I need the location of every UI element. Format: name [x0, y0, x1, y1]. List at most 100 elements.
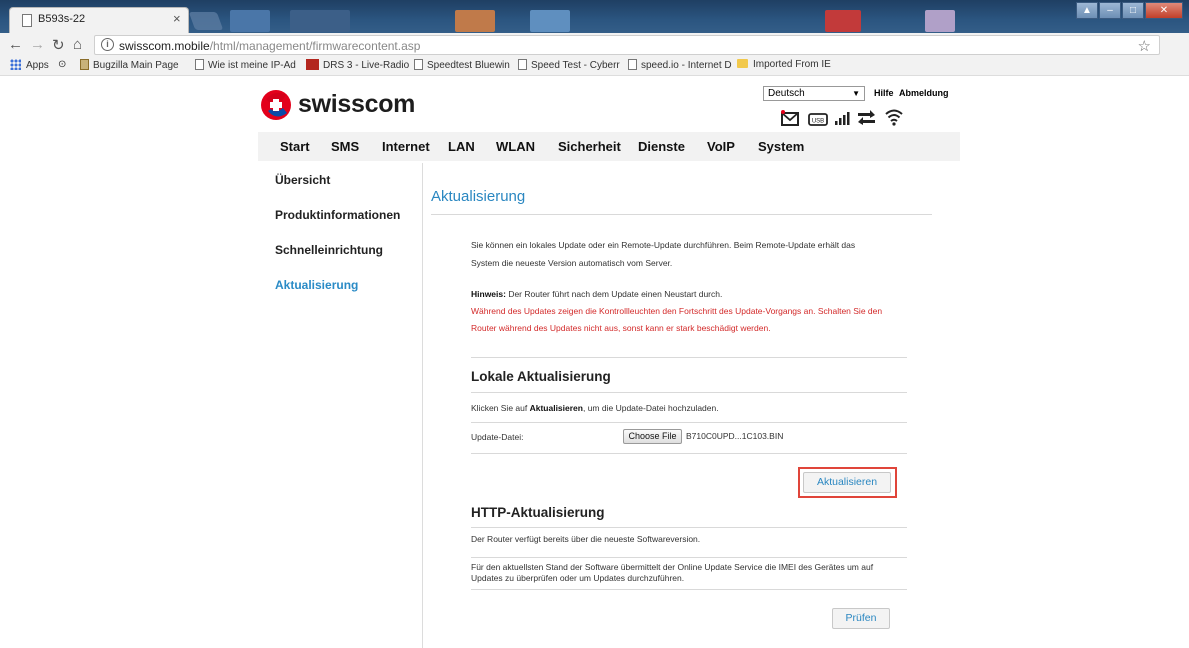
divider: [431, 214, 932, 215]
background-window-thumb: [455, 10, 495, 32]
main-menu: Start SMS Internet LAN WLAN Sicherheit D…: [258, 132, 960, 161]
divider: [471, 422, 907, 423]
divider: [471, 589, 907, 590]
background-window-thumb: [925, 10, 955, 32]
local-update-instructions: Klicken Sie auf Aktualisieren, um die Up…: [471, 403, 719, 413]
sidebar-item-schnelleinrichtung[interactable]: Schnelleinrichtung: [275, 243, 383, 257]
http-info-line-2: Updates zu überprüfen oder um Updates du…: [471, 573, 685, 583]
bookmark-bugzilla[interactable]: Bugzilla Main Page: [80, 59, 179, 71]
help-link[interactable]: Hilfe: [874, 88, 894, 98]
close-tab-icon[interactable]: ×: [173, 11, 181, 26]
history-icon: ⊙: [58, 59, 67, 70]
selected-file-name: B710C0UPD...1C103.BIN: [686, 431, 784, 441]
usb-modem-icon: USB: [808, 113, 828, 126]
address-toolbar: ← → ↻ ⌂ i swisscom.mobile/html/managemen…: [0, 33, 1189, 57]
bookmark-speedio[interactable]: speed.io - Internet D: [628, 59, 732, 71]
sidebar-item-aktualisierung[interactable]: Aktualisierung: [275, 278, 358, 292]
warning-text-line-2: Router während des Updates nicht aus, so…: [471, 323, 771, 333]
bookmarks-bar: Apps ⊙ Bugzilla Main Page Wie ist meine …: [0, 57, 1189, 76]
background-window-thumb: [290, 10, 350, 32]
note-text: Hinweis: Der Router führt nach dem Updat…: [471, 285, 722, 303]
brand-name: swisscom: [298, 90, 416, 118]
background-window-thumb: [825, 10, 861, 32]
menu-dienste[interactable]: Dienste: [638, 139, 685, 154]
bookmark-star-icon[interactable]: ☆: [1138, 37, 1151, 55]
menu-internet[interactable]: Internet: [382, 139, 430, 154]
http-status-text: Der Router verfügt bereits über die neue…: [471, 534, 701, 544]
user-icon[interactable]: ▲: [1076, 2, 1098, 19]
sidebar-item-uebersicht[interactable]: Übersicht: [275, 173, 330, 187]
browser-titlebar: B593s-22 × ▲ – □ ✕: [0, 0, 1189, 33]
file-label: Update-Datei:: [471, 432, 524, 442]
status-icons: USB: [781, 109, 903, 126]
maximize-icon[interactable]: □: [1122, 2, 1144, 19]
pruefen-button[interactable]: Prüfen: [832, 608, 890, 629]
srf-icon: [306, 59, 319, 70]
divider: [471, 357, 907, 358]
url-host: swisscom.mobile: [119, 39, 210, 53]
bookmark-folder-ie[interactable]: Imported From IE: [737, 59, 831, 70]
back-icon[interactable]: ←: [8, 36, 23, 53]
divider: [471, 392, 907, 393]
bookmark-speedtest-bluewin[interactable]: Speedtest Bluewin: [414, 59, 510, 71]
minimize-icon[interactable]: –: [1099, 2, 1121, 19]
background-window-thumb: [230, 10, 270, 32]
wifi-icon: [885, 109, 903, 126]
menu-sms[interactable]: SMS: [331, 139, 359, 154]
choose-file-button[interactable]: Choose File: [623, 429, 682, 444]
bookmark-drs3[interactable]: DRS 3 - Live-Radio: [306, 59, 409, 71]
page-icon: [22, 14, 32, 27]
intro-text-line-2: System die neueste Version automatisch v…: [471, 258, 673, 268]
signal-strength-icon: [835, 112, 850, 125]
forward-icon[interactable]: →: [30, 36, 45, 53]
note-label: Hinweis:: [471, 289, 506, 299]
window-controls: ▲ – □ ✕: [1076, 2, 1183, 19]
local-update-heading: Lokale Aktualisierung: [471, 369, 611, 384]
page-icon: [414, 59, 423, 70]
bookmark-apps[interactable]: Apps: [10, 59, 49, 71]
sidebar-item-produktinformationen[interactable]: Produktinformationen: [275, 208, 400, 222]
divider: [471, 557, 907, 558]
sidebar-divider: [422, 163, 423, 648]
close-window-icon[interactable]: ✕: [1145, 2, 1183, 19]
chevron-down-icon: ▼: [852, 89, 860, 98]
language-value: Deutsch: [768, 88, 805, 99]
reload-icon[interactable]: ↻: [52, 36, 65, 54]
http-update-heading: HTTP-Aktualisierung: [471, 505, 605, 520]
language-select[interactable]: Deutsch ▼: [763, 86, 865, 101]
page-title: Aktualisierung: [431, 188, 526, 205]
swisscom-logo-icon: [261, 90, 291, 120]
bookmark-ip[interactable]: Wie ist meine IP-Ad: [195, 59, 296, 71]
menu-voip[interactable]: VoIP: [707, 139, 735, 154]
page-icon: [628, 59, 637, 70]
intro-text-line-1: Sie können ein lokales Update oder ein R…: [471, 240, 856, 250]
tab-title: B593s-22: [38, 13, 86, 25]
home-icon[interactable]: ⌂: [73, 36, 82, 53]
menu-wlan[interactable]: WLAN: [496, 139, 535, 154]
page-icon: [195, 59, 204, 70]
data-transfer-icon: [858, 110, 875, 125]
bookmark-history[interactable]: ⊙: [58, 59, 66, 70]
aktualisieren-button[interactable]: Aktualisieren: [803, 472, 891, 493]
logout-link[interactable]: Abmeldung: [899, 88, 949, 98]
menu-system[interactable]: System: [758, 139, 804, 154]
sms-envelope-icon: [781, 110, 799, 126]
http-info-line-1: Für den aktuellsten Stand der Software ü…: [471, 562, 874, 572]
page-icon: [518, 59, 527, 70]
menu-lan[interactable]: LAN: [448, 139, 475, 154]
menu-start[interactable]: Start: [280, 139, 310, 154]
bookmark-speedtest-cyber[interactable]: Speed Test - Cyberr: [518, 59, 620, 71]
browser-tab[interactable]: B593s-22 ×: [9, 7, 189, 33]
menu-sicherheit[interactable]: Sicherheit: [558, 139, 621, 154]
new-tab-button[interactable]: [188, 12, 224, 30]
divider: [471, 453, 907, 454]
note-body: Der Router führt nach dem Update einen N…: [505, 289, 723, 299]
url-path: /html/management/firmwarecontent.asp: [209, 39, 421, 53]
divider: [471, 527, 907, 528]
info-icon[interactable]: i: [101, 38, 114, 51]
url-text: swisscom.mobile/html/management/firmware…: [119, 39, 420, 53]
bugzilla-icon: [80, 59, 89, 70]
warning-text-line-1: Während des Updates zeigen die Kontrolll…: [471, 306, 883, 316]
url-bar[interactable]: i swisscom.mobile/html/management/firmwa…: [94, 35, 1160, 55]
apps-icon: [10, 59, 21, 70]
